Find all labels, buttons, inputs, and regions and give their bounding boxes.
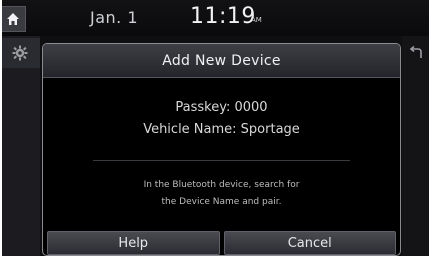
ampm-indicator: AM [251, 16, 262, 24]
cancel-button[interactable]: Cancel [223, 231, 396, 255]
back-arrow-icon [409, 46, 422, 58]
help-button[interactable]: Help [47, 231, 220, 255]
divider [93, 160, 350, 161]
dialog-header: Add New Device [43, 44, 400, 78]
passkey-text: Passkey: 0000 [175, 100, 268, 115]
date-display: Jan. 1 [90, 8, 139, 27]
settings-button[interactable] [0, 38, 40, 68]
head-unit-screen: Jan. 1 11:19 AM Add New Device Passkey: … [0, 0, 429, 263]
instruction-line-2: the Device Name and pair. [161, 197, 282, 207]
right-side-panel [402, 36, 429, 263]
vehicle-name-text: Vehicle Name: Sportage [143, 122, 300, 137]
left-side-panel [0, 36, 40, 263]
home-button[interactable] [0, 6, 26, 32]
dialog-title: Add New Device [162, 52, 281, 69]
dialog-footer: Help Cancel [47, 231, 396, 255]
dialog-body: Passkey: 0000 Vehicle Name: Sportage In … [43, 78, 400, 228]
back-button[interactable] [402, 38, 429, 68]
frame-edge-bottom [0, 256, 429, 263]
gear-icon [12, 45, 28, 61]
home-icon [7, 13, 19, 25]
time-display: 11:19 [190, 4, 256, 29]
frame-edge-left [0, 0, 2, 263]
instruction-line-1: In the Bluetooth device, search for [143, 180, 300, 190]
add-new-device-dialog: Add New Device Passkey: 0000 Vehicle Nam… [42, 43, 401, 256]
status-bar: Jan. 1 11:19 AM [0, 0, 429, 36]
